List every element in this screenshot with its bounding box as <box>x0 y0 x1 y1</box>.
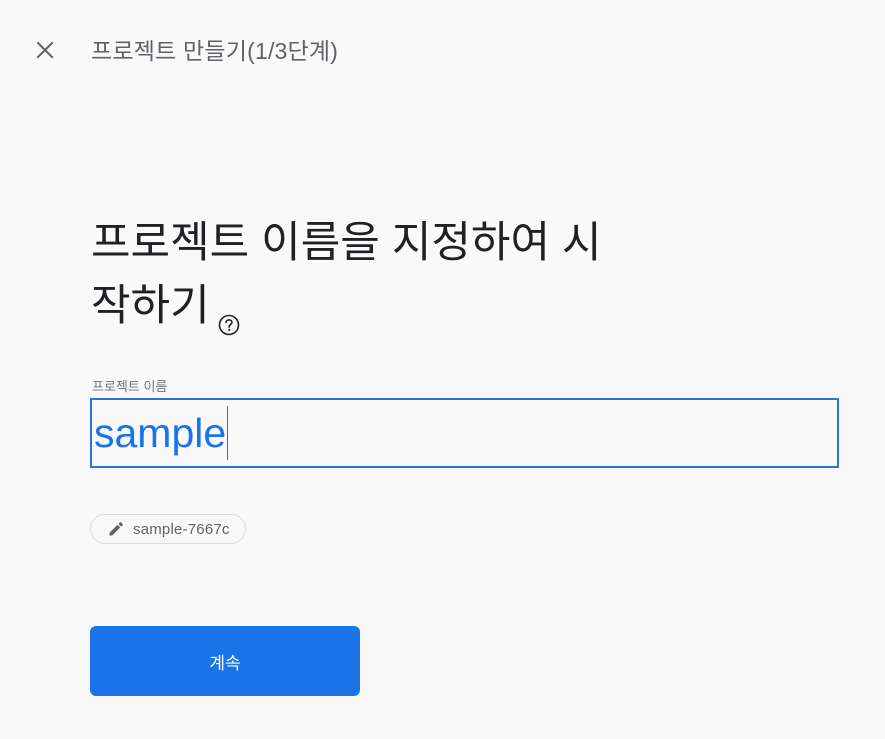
project-id-chip[interactable]: sample-7667c <box>90 514 246 544</box>
main-heading: 프로젝트 이름을 지정하여 시 작하기 <box>91 212 691 338</box>
close-button[interactable] <box>28 35 62 69</box>
pencil-icon <box>107 520 125 538</box>
heading-line-2: 작하기 <box>91 282 210 330</box>
page-title: 프로젝트 만들기(1/3단계) <box>91 38 339 64</box>
project-name-value: sample <box>94 410 227 456</box>
close-icon <box>35 40 55 65</box>
help-circle-icon[interactable] <box>218 291 240 336</box>
text-cursor <box>227 406 229 460</box>
project-id-value: sample-7667c <box>133 520 230 538</box>
create-project-page: 프로젝트 만들기(1/3단계) 프로젝트 이름을 지정하여 시 작하기 프로젝트… <box>0 0 885 739</box>
project-name-input[interactable]: sample <box>94 400 229 466</box>
project-name-label: 프로젝트 이름 <box>92 379 168 394</box>
project-name-field[interactable]: sample <box>90 398 839 468</box>
heading-line-1: 프로젝트 이름을 지정하여 시 <box>91 219 602 267</box>
continue-button[interactable]: 계속 <box>90 626 360 696</box>
